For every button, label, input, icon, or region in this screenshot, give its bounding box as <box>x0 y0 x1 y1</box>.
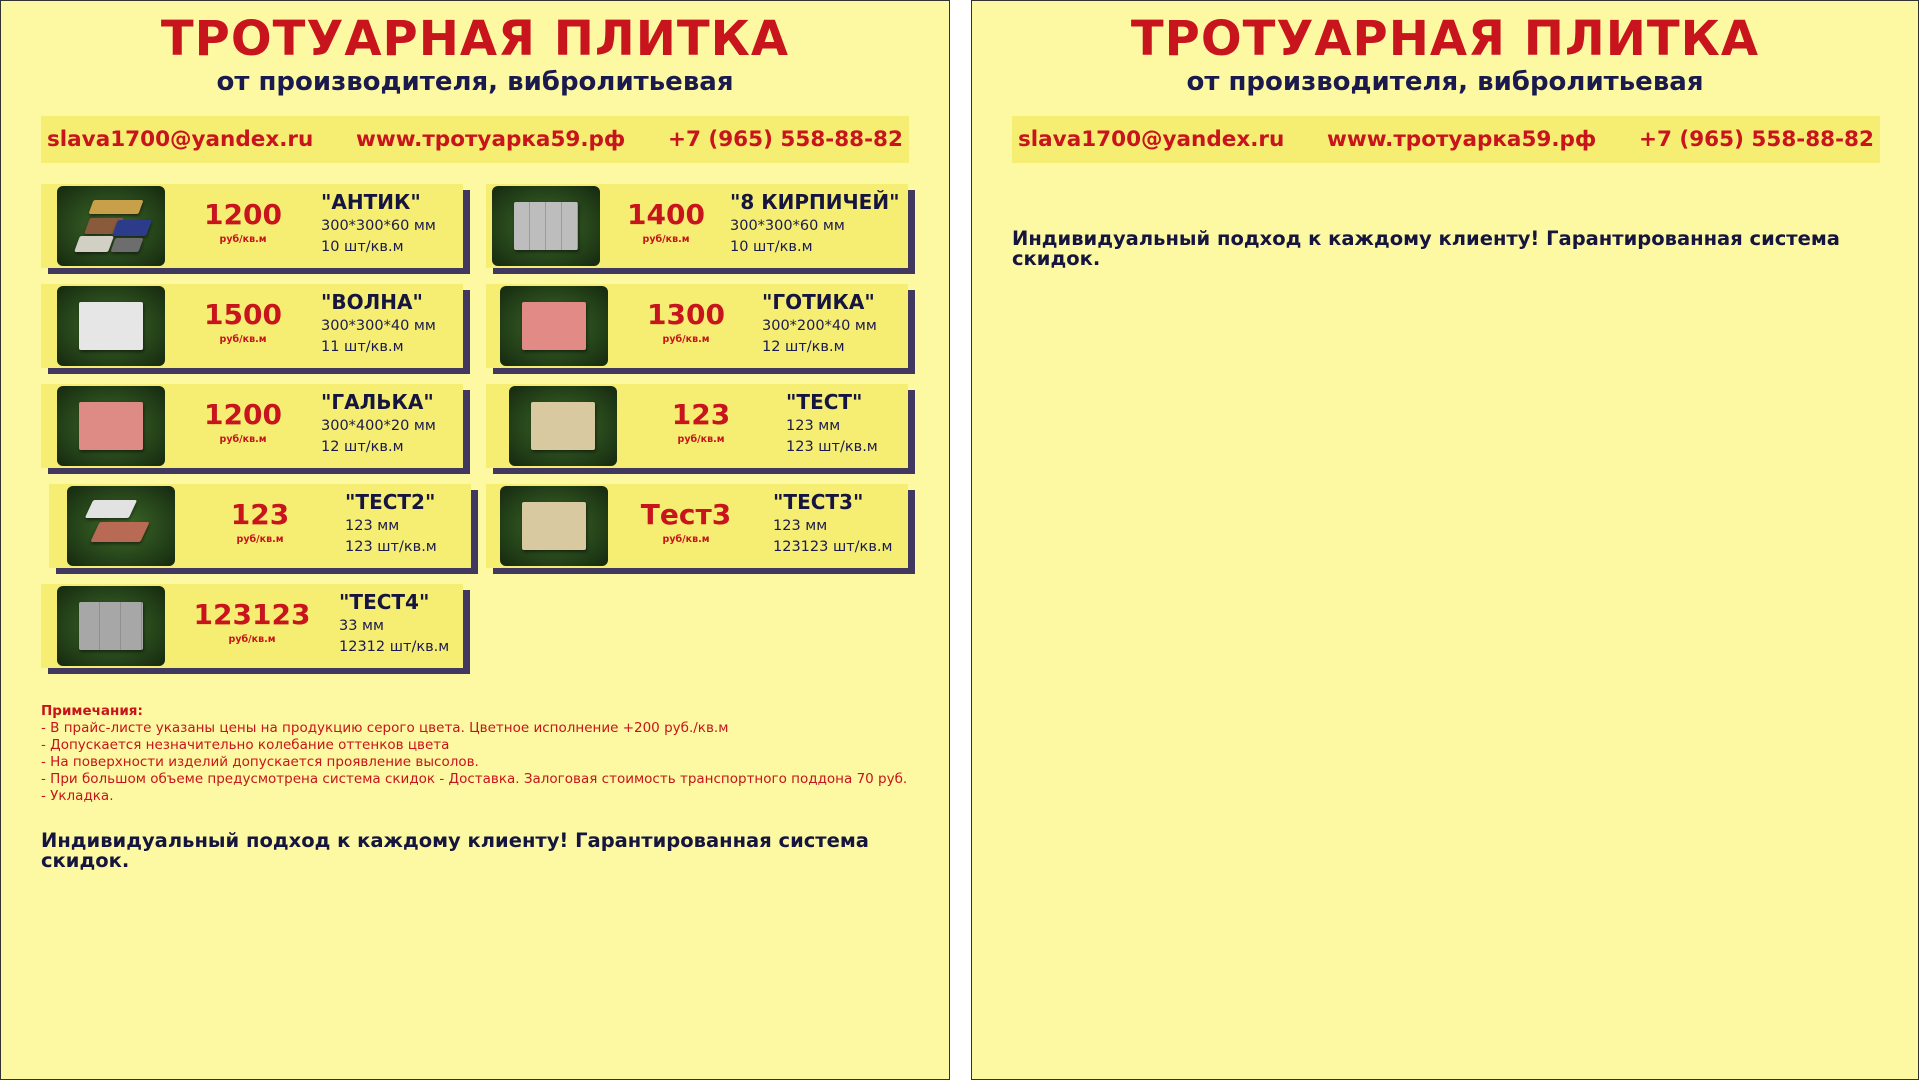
contacts-bar: slava1700@yandex.ru www.тротуарка59.рф +… <box>1012 116 1880 163</box>
product-size: 123 мм <box>345 518 400 534</box>
price-unit: руб/кв.м <box>219 334 267 345</box>
product-name: "ТЕСТ4" <box>339 590 430 614</box>
product-price: Тест3 <box>640 498 732 531</box>
website-link[interactable]: www.тротуарка59.рф <box>1327 127 1596 152</box>
price-unit: руб/кв.м <box>662 534 710 545</box>
product-name: "ТЕСТ" <box>786 390 863 414</box>
product-per-sqm: 10 шт/кв.м <box>321 239 404 255</box>
price-unit: руб/кв.м <box>642 234 690 245</box>
white-wave-tile-icon <box>57 286 165 366</box>
product-per-sqm: 123 шт/кв.м <box>786 439 878 455</box>
product-card: 123 руб/кв.м "ТЕСТ2" 123 мм 123 шт/кв.м <box>49 484 471 568</box>
note-item: - На поверхности изделий допускается про… <box>41 754 479 770</box>
product-size: 300*300*60 мм <box>321 218 436 234</box>
product-name: "ГОТИКА" <box>762 290 875 314</box>
email-link[interactable]: slava1700@yandex.ru <box>47 127 313 152</box>
email-link[interactable]: slava1700@yandex.ru <box>1018 127 1284 152</box>
product-per-sqm: 11 шт/кв.м <box>321 339 404 355</box>
red-gothic-tile-icon <box>500 286 608 366</box>
phone-link[interactable]: +7 (965) 558-88-82 <box>1639 127 1874 152</box>
product-card: Тест3 руб/кв.м "ТЕСТ3" 123 мм 123123 шт/… <box>486 484 908 568</box>
product-size: 300*300*60 мм <box>730 218 845 234</box>
product-per-sqm: 12 шт/кв.м <box>762 339 845 355</box>
product-size: 123 мм <box>786 418 841 434</box>
product-name: "ВОЛНА" <box>321 290 423 314</box>
notes-block: Примечания: - В прайс-листе указаны цены… <box>41 703 911 805</box>
interlock-tile-icon <box>67 486 175 566</box>
page-subtitle: от производителя, вибролитьевая <box>216 67 734 97</box>
gray-brick-tile-icon <box>492 186 600 266</box>
beige-tile-icon <box>509 386 617 466</box>
product-price: 1500 <box>204 298 282 331</box>
product-price: 123 <box>671 398 731 431</box>
product-card: 1500 руб/кв.м "ВОЛНА" 300*300*40 мм 11 ш… <box>41 284 463 368</box>
product-card: 1200 руб/кв.м "ГАЛЬКА" 300*400*20 мм 12 … <box>41 384 463 468</box>
price-unit: руб/кв.м <box>219 434 267 445</box>
note-item: - В прайс-листе указаны цены на продукци… <box>41 720 729 736</box>
product-size: 300*400*20 мм <box>321 418 436 434</box>
product-per-sqm: 10 шт/кв.м <box>730 239 813 255</box>
price-unit: руб/кв.м <box>219 234 267 245</box>
price-unit: руб/кв.м <box>677 434 725 445</box>
product-price: 1200 <box>204 398 282 431</box>
product-per-sqm: 12312 шт/кв.м <box>339 639 450 655</box>
price-unit: руб/кв.м <box>228 634 276 645</box>
product-card: 1200 руб/кв.м "АНТИК" 300*300*60 мм 10 ш… <box>41 184 463 268</box>
price-sheet-page: ТРОТУАРНАЯ ПЛИТКА от производителя, вибр… <box>0 0 950 1080</box>
product-card: 123123 руб/кв.м "ТЕСТ4" 33 мм 12312 шт/к… <box>41 584 463 668</box>
page-title: ТРОТУАРНАЯ ПЛИТКА <box>160 11 790 67</box>
product-card: 1400 руб/кв.м "8 КИРПИЧЕЙ" 300*300*60 мм… <box>486 184 908 268</box>
product-size: 123 мм <box>773 518 828 534</box>
phone-link[interactable]: +7 (965) 558-88-82 <box>668 127 903 152</box>
product-size: 300*200*40 мм <box>762 318 877 334</box>
page-title: ТРОТУАРНАЯ ПЛИТКА <box>1130 11 1760 67</box>
red-pebble-tile-icon <box>57 386 165 466</box>
price-sheet-page: ТРОТУАРНАЯ ПЛИТКА от производителя, вибр… <box>971 0 1919 1080</box>
product-per-sqm: 12 шт/кв.м <box>321 439 404 455</box>
product-card: 123 руб/кв.м "ТЕСТ" 123 мм 123 шт/кв.м <box>486 384 908 468</box>
tagline: Индивидуальный подход к каждому клиенту!… <box>41 829 869 872</box>
product-price: 1300 <box>647 298 725 331</box>
product-price: 1400 <box>627 198 705 231</box>
note-item: - При большом объеме предусмотрена систе… <box>41 771 908 787</box>
product-card: 1300 руб/кв.м "ГОТИКА" 300*200*40 мм 12 … <box>486 284 908 368</box>
contacts-bar: slava1700@yandex.ru www.тротуарка59.рф +… <box>41 116 909 163</box>
price-unit: руб/кв.м <box>662 334 710 345</box>
gray-tile-icon <box>57 586 165 666</box>
note-item: - Укладка. <box>41 788 114 804</box>
beige-tile-icon <box>500 486 608 566</box>
multicolor-tile-icon <box>57 186 165 266</box>
notes-heading: Примечания: <box>41 703 143 719</box>
product-price: 1200 <box>204 198 282 231</box>
product-name: "ТЕСТ2" <box>345 490 436 514</box>
product-name: "АНТИК" <box>321 190 421 214</box>
price-unit: руб/кв.м <box>236 534 284 545</box>
product-per-sqm: 123 шт/кв.м <box>345 539 437 555</box>
product-price: 123 <box>230 498 290 531</box>
product-per-sqm: 123123 шт/кв.м <box>773 539 893 555</box>
product-price: 123123 <box>193 598 311 631</box>
product-size: 33 мм <box>339 618 384 634</box>
tagline: Индивидуальный подход к каждому клиенту!… <box>1012 227 1840 270</box>
product-name: "8 КИРПИЧЕЙ" <box>730 190 900 214</box>
website-link[interactable]: www.тротуарка59.рф <box>356 127 625 152</box>
page-subtitle: от производителя, вибролитьевая <box>1186 67 1704 97</box>
product-name: "ГАЛЬКА" <box>321 390 434 414</box>
note-item: - Допускается незначительно колебание от… <box>41 737 450 753</box>
product-name: "ТЕСТ3" <box>773 490 864 514</box>
product-size: 300*300*40 мм <box>321 318 436 334</box>
